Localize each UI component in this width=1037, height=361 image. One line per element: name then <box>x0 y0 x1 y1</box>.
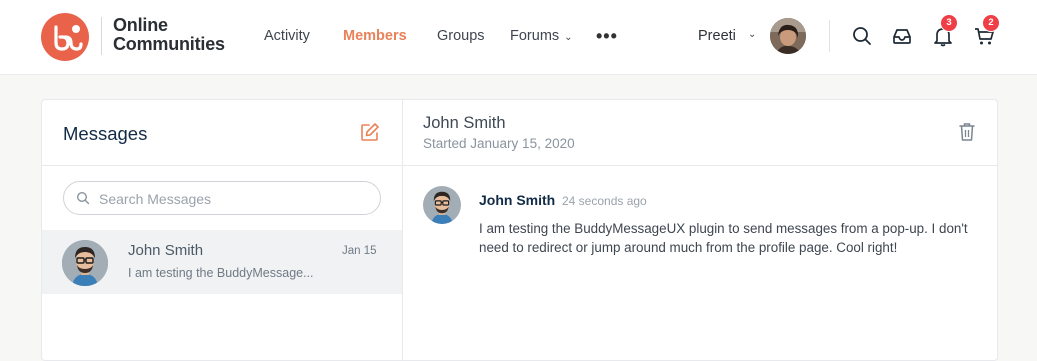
search-box[interactable] <box>63 181 381 216</box>
user-menu-chevron-icon[interactable]: ⌄ <box>748 29 756 40</box>
cart-badge: 2 <box>982 14 1000 32</box>
messages-card: Messages Search Messages John Smith Jan … <box>41 99 998 361</box>
site-title-line2: Communities <box>113 34 225 54</box>
user-avatar[interactable] <box>770 18 806 54</box>
search-icon[interactable] <box>851 25 873 47</box>
conversation-started: Started January 15, 2020 <box>423 136 575 151</box>
nav-members[interactable]: Members <box>343 28 407 44</box>
message-avatar[interactable] <box>423 186 461 224</box>
messages-title: Messages <box>63 123 148 144</box>
message-time: 24 seconds ago <box>562 194 647 208</box>
thread-item[interactable]: John Smith Jan 15 I am testing the Buddy… <box>42 230 402 294</box>
trash-icon[interactable] <box>958 122 976 142</box>
header-divider <box>829 20 830 52</box>
message-author[interactable]: John Smith <box>479 192 555 208</box>
nav-groups[interactable]: Groups <box>437 28 485 44</box>
thread-avatar <box>62 240 108 286</box>
top-header: Online Communities Activity Members Grou… <box>0 0 1037 75</box>
conversation-divider <box>403 165 997 166</box>
compose-icon[interactable] <box>360 122 380 142</box>
site-title[interactable]: Online Communities <box>113 16 225 54</box>
nav-forums-label: Forums <box>510 28 560 44</box>
user-name[interactable]: Preeti <box>698 28 736 44</box>
more-menu-icon[interactable]: ••• <box>596 26 618 47</box>
logo-divider <box>101 17 102 55</box>
site-logo[interactable] <box>41 13 89 61</box>
logo-mark-icon <box>54 25 83 51</box>
thread-preview: I am testing the BuddyMessage... <box>128 266 314 280</box>
thread-avatar-image <box>62 240 108 286</box>
conversation-title: John Smith <box>423 114 506 132</box>
chevron-down-icon: ⌄ <box>564 32 573 43</box>
message-body: I am testing the BuddyMessageUX plugin t… <box>479 221 968 255</box>
search-messages-icon <box>76 191 90 205</box>
pane-divider <box>42 165 402 166</box>
threads-pane: Messages Search Messages John Smith Jan … <box>42 100 403 360</box>
thread-name: John Smith <box>128 242 204 259</box>
search-messages-input[interactable] <box>97 182 371 216</box>
notification-badge: 3 <box>940 14 958 32</box>
message-avatar-image <box>423 186 461 224</box>
nav-activity[interactable]: Activity <box>264 28 310 44</box>
nav-forums[interactable]: Forums ⌄ <box>510 28 573 44</box>
user-avatar-image <box>770 18 806 54</box>
thread-date: Jan 15 <box>342 245 377 257</box>
site-title-line1: Online <box>113 15 168 35</box>
inbox-icon[interactable] <box>891 25 913 47</box>
